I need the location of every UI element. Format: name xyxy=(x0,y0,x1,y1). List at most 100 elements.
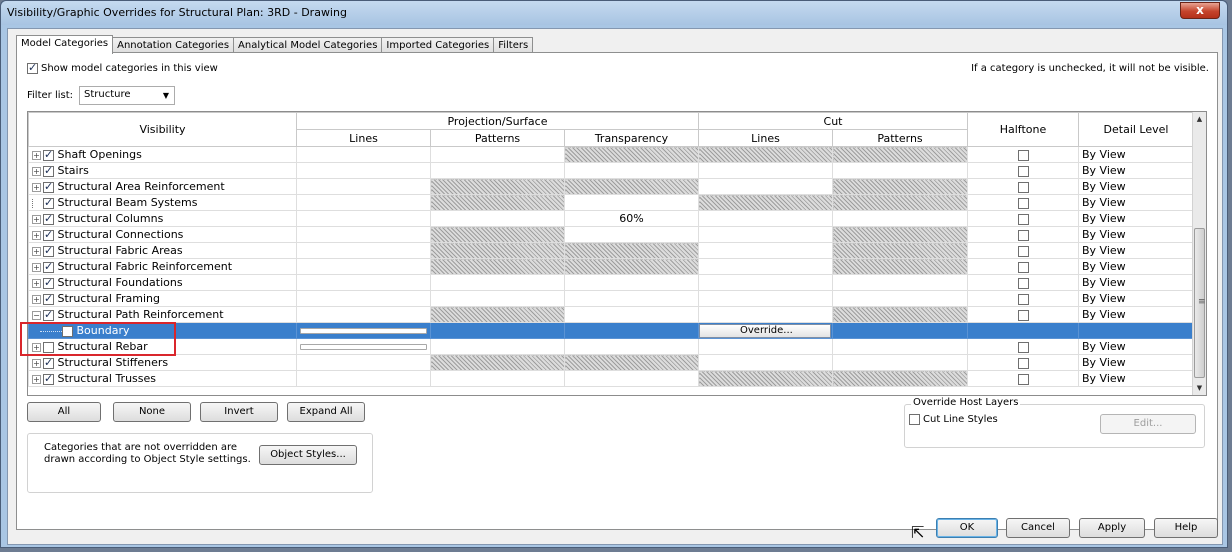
cut-lines-cell[interactable] xyxy=(698,290,833,307)
halftone-checkbox[interactable] xyxy=(1017,341,1029,353)
transparency-cell[interactable] xyxy=(564,274,699,291)
cut-lines-cell[interactable] xyxy=(698,338,833,355)
halftone-checkbox[interactable] xyxy=(1017,373,1029,385)
halftone-checkbox[interactable] xyxy=(1017,245,1029,257)
row-name-cell[interactable]: + Shaft Openings xyxy=(28,146,297,163)
projection-lines-cell[interactable] xyxy=(296,322,431,339)
row-name-cell[interactable]: + Structural Connections xyxy=(28,226,297,243)
row-name-cell[interactable]: + Structural Columns xyxy=(28,210,297,227)
scroll-thumb[interactable]: ≡ xyxy=(1194,228,1206,378)
projection-patterns-cell[interactable] xyxy=(430,274,565,291)
transparency-cell[interactable] xyxy=(564,338,699,355)
projection-lines-cell[interactable] xyxy=(296,274,431,291)
expand-icon[interactable]: + xyxy=(32,278,41,288)
halftone-checkbox[interactable] xyxy=(1017,229,1029,241)
table-row[interactable]: + Structural Foundations By View xyxy=(28,274,1194,291)
projection-lines-cell[interactable] xyxy=(296,370,431,387)
transparency-cell[interactable]: 60% xyxy=(564,210,699,227)
table-row[interactable]: + Structural Connections By View xyxy=(28,226,1194,243)
projection-lines-cell[interactable] xyxy=(296,242,431,259)
projection-lines-cell[interactable] xyxy=(296,306,431,323)
table-row[interactable]: + Structural Rebar By View xyxy=(28,338,1194,355)
detail-level-cell[interactable]: By View xyxy=(1078,242,1194,259)
table-row[interactable]: + Structural Fabric Reinforcement By Vie… xyxy=(28,258,1194,275)
filter-list-select[interactable]: Structure ▼ xyxy=(79,86,176,105)
cut-patterns-cell[interactable] xyxy=(832,354,968,371)
row-name-cell[interactable]: + Structural Area Reinforcement xyxy=(28,178,297,195)
projection-patterns-cell[interactable] xyxy=(430,146,565,163)
detail-level-cell[interactable]: By View xyxy=(1078,178,1194,195)
invert-button[interactable]: Invert xyxy=(200,402,278,422)
row-name-cell[interactable]: Structural Beam Systems xyxy=(28,194,297,211)
grid-scrollbar[interactable]: ▲ ≡ ▼ xyxy=(1192,112,1206,395)
cut-lines-cell[interactable] xyxy=(698,162,833,179)
row-name-cell[interactable]: − Structural Path Reinforcement xyxy=(28,306,297,323)
projection-lines-cell[interactable] xyxy=(296,354,431,371)
detail-level-cell[interactable]: By View xyxy=(1078,226,1194,243)
category-checkbox[interactable] xyxy=(43,308,54,321)
expand-icon[interactable]: + xyxy=(32,230,41,240)
halftone-checkbox[interactable] xyxy=(1017,293,1029,305)
category-checkbox[interactable] xyxy=(43,228,54,241)
category-checkbox[interactable] xyxy=(43,196,54,209)
table-row[interactable]: + Structural Fabric Areas By View xyxy=(28,242,1194,259)
scroll-up-icon[interactable]: ▲ xyxy=(1193,112,1206,126)
table-row[interactable]: + Structural Trusses By View xyxy=(28,370,1194,387)
expand-icon[interactable]: + xyxy=(32,358,41,368)
table-row[interactable]: Structural Beam Systems By View xyxy=(28,194,1194,211)
detail-level-cell[interactable]: By View xyxy=(1078,210,1194,227)
detail-level-cell[interactable]: By View xyxy=(1078,370,1194,387)
detail-level-cell[interactable]: By View xyxy=(1078,290,1194,307)
halftone-checkbox[interactable] xyxy=(1017,357,1029,369)
detail-level-cell[interactable]: By View xyxy=(1078,306,1194,323)
projection-patterns-cell[interactable] xyxy=(430,370,565,387)
transparency-cell[interactable] xyxy=(564,370,699,387)
halftone-checkbox[interactable] xyxy=(1017,165,1029,177)
halftone-checkbox[interactable] xyxy=(1017,149,1029,161)
cut-patterns-cell[interactable] xyxy=(832,338,968,355)
expand-icon[interactable]: + xyxy=(32,294,41,304)
table-row[interactable]: + Shaft Openings By View xyxy=(28,146,1194,163)
table-row[interactable]: + Structural Area Reinforcement By View xyxy=(28,178,1194,195)
projection-lines-cell[interactable] xyxy=(296,178,431,195)
projection-lines-cell[interactable] xyxy=(296,162,431,179)
override-button[interactable]: Override... xyxy=(699,324,831,338)
row-name-cell[interactable]: + Structural Foundations xyxy=(28,274,297,291)
cut-lines-cell[interactable] xyxy=(698,258,833,275)
projection-lines-cell[interactable] xyxy=(296,210,431,227)
projection-patterns-cell[interactable] xyxy=(430,290,565,307)
projection-lines-cell[interactable] xyxy=(296,226,431,243)
category-checkbox[interactable] xyxy=(43,148,54,161)
none-button[interactable]: None xyxy=(113,402,191,422)
cut-line-styles-checkbox[interactable] xyxy=(909,414,920,425)
ok-button[interactable]: OK xyxy=(936,518,998,538)
table-row[interactable]: + Structural Stiffeners By View xyxy=(28,354,1194,371)
expand-icon[interactable]: + xyxy=(32,374,41,384)
halftone-checkbox[interactable] xyxy=(1017,197,1029,209)
cancel-button[interactable]: Cancel xyxy=(1006,518,1070,538)
expand-icon[interactable]: + xyxy=(32,150,41,160)
detail-level-cell[interactable]: By View xyxy=(1078,258,1194,275)
cut-patterns-cell[interactable] xyxy=(832,290,968,307)
projection-patterns-cell[interactable] xyxy=(430,162,565,179)
detail-level-cell[interactable]: By View xyxy=(1078,274,1194,291)
header-visibility[interactable]: Visibility xyxy=(28,112,297,147)
expand-icon[interactable]: + xyxy=(32,182,41,192)
cut-lines-cell[interactable] xyxy=(698,274,833,291)
table-row-selected[interactable]: Boundary Override... xyxy=(28,322,1194,339)
cut-lines-cell[interactable]: Override... xyxy=(698,322,833,339)
detail-level-cell[interactable]: By View xyxy=(1078,354,1194,371)
collapse-icon[interactable]: − xyxy=(32,310,41,320)
cut-lines-cell[interactable] xyxy=(698,210,833,227)
cut-lines-cell[interactable] xyxy=(698,306,833,323)
transparency-cell[interactable] xyxy=(564,306,699,323)
category-checkbox[interactable] xyxy=(43,212,54,225)
halftone-checkbox[interactable] xyxy=(1017,261,1029,273)
table-row[interactable]: − Structural Path Reinforcement By View xyxy=(28,306,1194,323)
transparency-cell[interactable] xyxy=(564,162,699,179)
all-button[interactable]: All xyxy=(27,402,101,422)
table-row[interactable]: + Stairs By View xyxy=(28,162,1194,179)
cut-lines-cell[interactable] xyxy=(698,354,833,371)
row-name-cell[interactable]: + Stairs xyxy=(28,162,297,179)
row-name-cell[interactable]: + Structural Stiffeners xyxy=(28,354,297,371)
